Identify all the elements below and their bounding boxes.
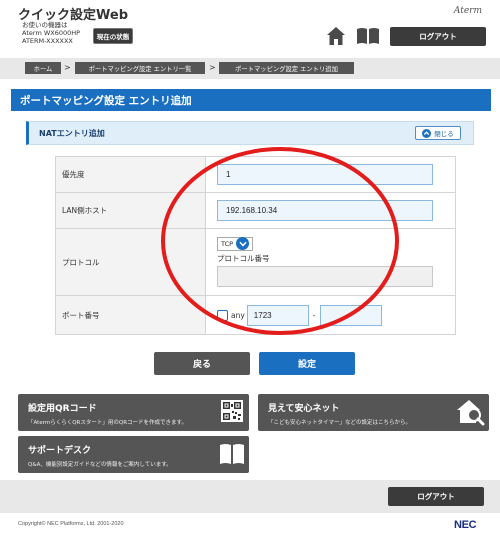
port-to-input[interactable] — [319, 304, 382, 326]
protocol-cell: TCP プロトコル番号 — [205, 228, 456, 296]
book-icon — [220, 444, 244, 464]
breadcrumb-separator: > — [209, 63, 216, 72]
house-magnifier-icon — [457, 400, 485, 426]
priority-row: 優先度 1 — [55, 156, 456, 193]
lan-host-row: LAN側ホスト 192.168.10.34 — [55, 192, 456, 229]
home-icon[interactable] — [326, 26, 346, 46]
nec-logo: NEC — [454, 519, 477, 531]
support-card-title: サポートデスク — [28, 446, 92, 456]
back-button[interactable]: 戻る — [154, 352, 250, 375]
submit-button[interactable]: 設定 — [259, 352, 355, 375]
logout-button-top[interactable]: ログアウト — [390, 27, 486, 46]
lan-host-input[interactable]: 192.168.10.34 — [217, 200, 433, 221]
port-cell: any 1723 - — [205, 295, 456, 335]
breadcrumb-entry-add: ポートマッピング設定 エントリ追加 — [219, 62, 354, 74]
page-title: ポートマッピング設定 エントリ追加 — [11, 89, 491, 111]
header: クイック設定Web お使いの機器は Aterm WX6000HP ATERM-X… — [0, 0, 500, 56]
any-checkbox[interactable] — [217, 309, 228, 321]
copyright: Copyright© NEC Platforms, Ltd. 2001-2020 — [18, 521, 124, 527]
nat-entry-form: 優先度 1 LAN側ホスト 192.168.10.34 プロトコル TCP プロ… — [55, 156, 456, 335]
device-id: ATERM-XXXXXX — [22, 37, 73, 45]
breadcrumb-entry-list[interactable]: ポートマッピング設定 エントリ一覧 — [75, 62, 205, 74]
port-controls: any 1723 - — [217, 296, 455, 334]
safety-card-desc: 「こども安心ネットタイマー」などの設定はこちらから。 — [268, 420, 412, 426]
chevron-down-icon — [236, 237, 250, 250]
collapse-button[interactable]: 閉じる — [415, 126, 461, 140]
port-row: ポート番号 any 1723 - — [55, 295, 456, 335]
section-title: NATエントリ追加 — [39, 129, 105, 138]
protocol-number-label: プロトコル番号 — [217, 253, 270, 263]
qr-code-card[interactable]: 設定用QRコード 「AtermらくらくQRスタート」用のQRコードを作成できます… — [18, 394, 249, 431]
protocol-selected: TCP — [221, 239, 234, 248]
book-icon[interactable] — [356, 27, 380, 45]
protocol-row: プロトコル TCP プロトコル番号 — [55, 228, 456, 296]
aterm-logo: Aterm — [453, 6, 482, 16]
section-header: NATエントリ追加 閉じる — [26, 121, 474, 145]
device-info: お使いの機器は Aterm WX6000HP ATERM-XXXXXX — [22, 21, 80, 45]
any-label: any — [231, 310, 245, 320]
support-card-desc: Q&A、機能別設定ガイドなどの情報をご案内しています。 — [28, 462, 172, 468]
priority-input[interactable]: 1 — [217, 164, 433, 185]
protocol-number-input[interactable] — [217, 265, 433, 287]
port-label: ポート番号 — [55, 295, 206, 335]
priority-cell: 1 — [205, 156, 456, 193]
current-status-button[interactable]: 現在の状態 — [93, 28, 133, 44]
device-caption: お使いの機器は — [22, 21, 68, 29]
port-from-input[interactable]: 1723 — [246, 304, 309, 326]
breadcrumb-home[interactable]: ホーム — [25, 62, 61, 74]
priority-label: 優先度 — [55, 156, 206, 193]
safety-card-title: 見えて安心ネット — [268, 404, 340, 414]
qr-card-desc: 「AtermらくらくQRスタート」用のQRコードを作成できます。 — [28, 420, 187, 426]
lan-host-cell: 192.168.10.34 — [205, 192, 456, 229]
qr-card-title: 設定用QRコード — [28, 404, 97, 414]
breadcrumb-separator: > — [64, 63, 71, 72]
breadcrumb: ホーム > ポートマッピング設定 エントリ一覧 > ポートマッピング設定 エント… — [0, 58, 500, 79]
collapse-label: 閉じる — [434, 130, 454, 138]
device-model: Aterm WX6000HP — [22, 29, 81, 37]
mieruanshin-card[interactable]: 見えて安心ネット 「こども安心ネットタイマー」などの設定はこちらから。 — [258, 394, 489, 431]
qr-code-icon — [221, 400, 243, 422]
port-separator: - — [312, 310, 316, 320]
protocol-label: プロトコル — [55, 228, 206, 296]
protocol-select[interactable]: TCP — [217, 236, 254, 251]
support-desk-card[interactable]: サポートデスク Q&A、機能別設定ガイドなどの情報をご案内しています。 — [18, 436, 249, 473]
lan-host-label: LAN側ホスト — [55, 192, 206, 229]
logout-button-bottom[interactable]: ログアウト — [388, 487, 484, 506]
chevron-up-icon — [422, 128, 432, 138]
